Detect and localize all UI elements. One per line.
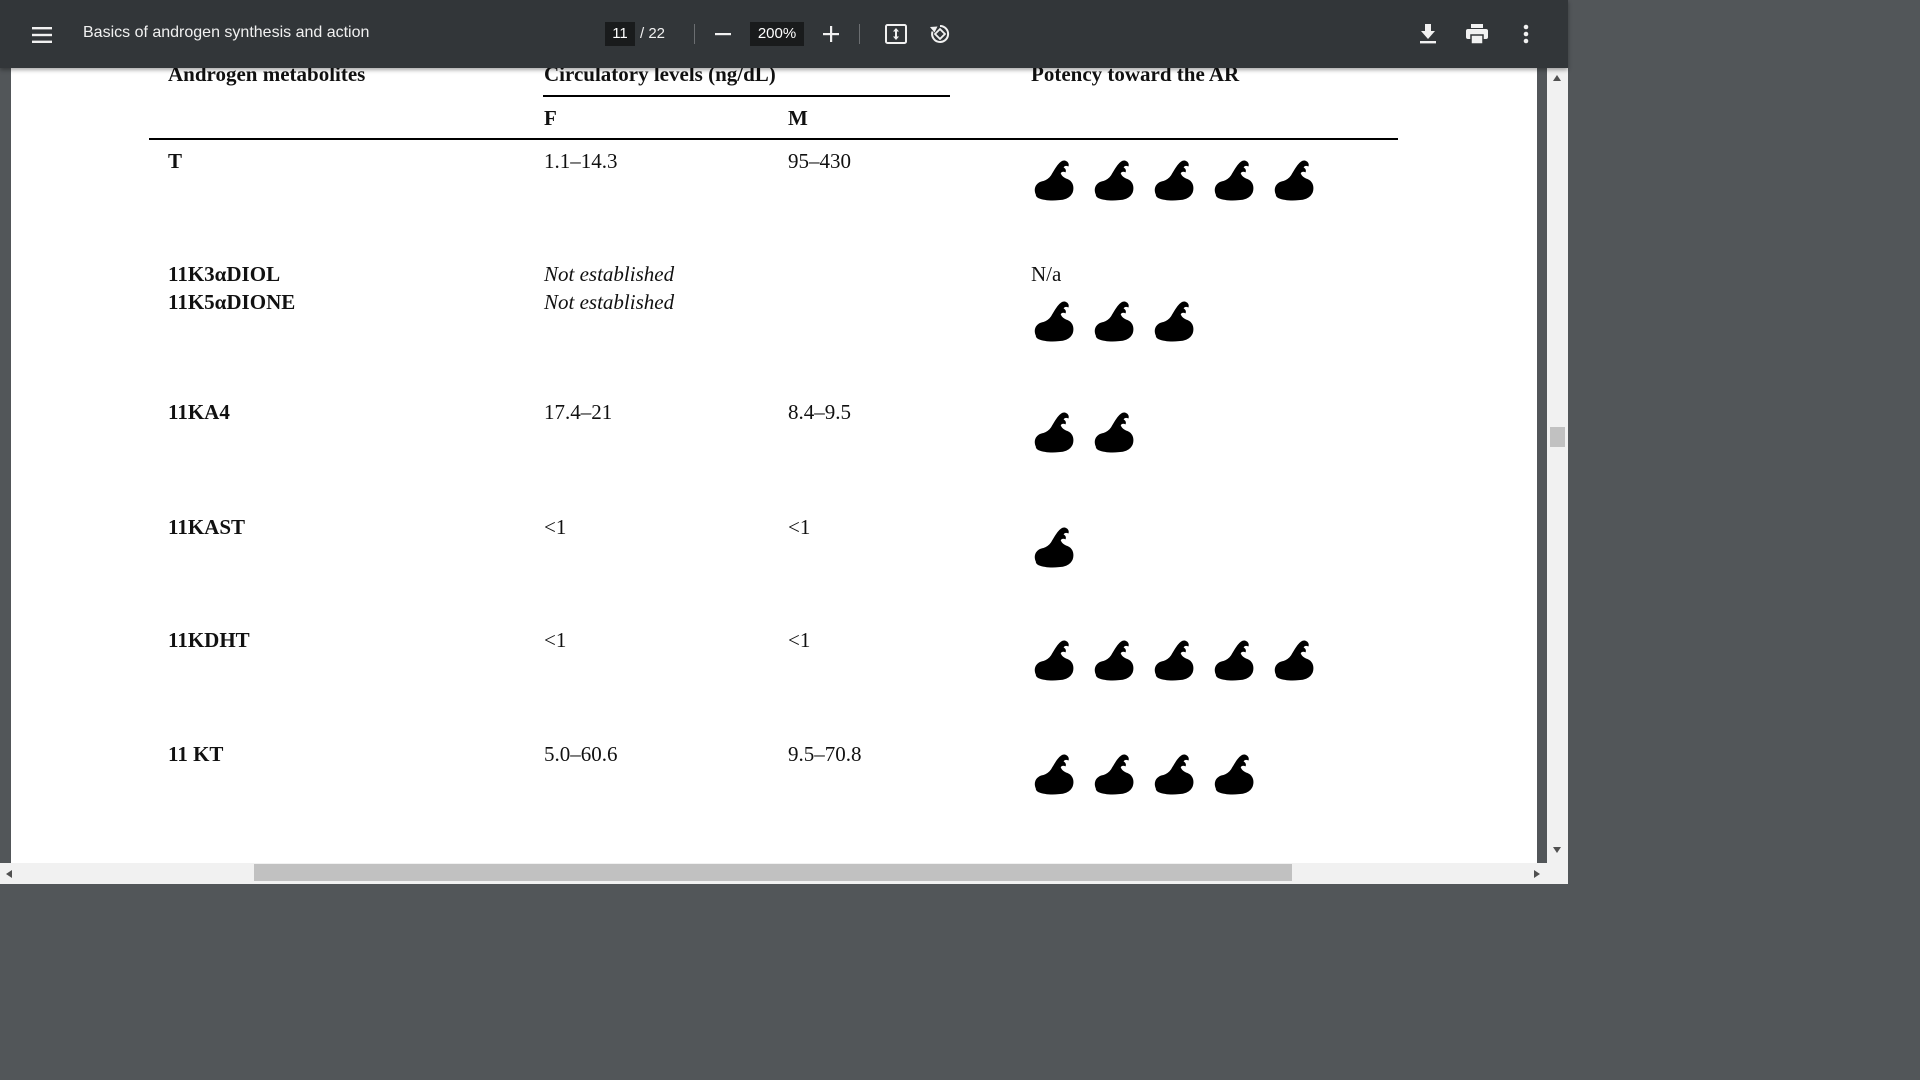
header-potency: Potency toward the AR	[1031, 68, 1240, 86]
rotate-icon	[930, 24, 950, 43]
row-name: 11KA4	[168, 400, 230, 424]
zoom-level-input[interactable]: 200%	[750, 22, 804, 46]
flexed-arm-icon	[1274, 640, 1314, 681]
scroll-up-arrow-icon[interactable]	[1552, 74, 1562, 82]
flexed-arm-icon	[1154, 754, 1194, 795]
rotate-button[interactable]	[924, 18, 956, 50]
scroll-right-arrow-icon[interactable]	[1533, 869, 1541, 879]
flexed-arm-icon	[1274, 160, 1314, 201]
scroll-left-arrow-icon[interactable]	[5, 869, 13, 879]
header-rule	[149, 138, 1398, 140]
menu-button[interactable]	[26, 19, 58, 51]
row-name: 11KDHT	[168, 628, 250, 652]
row-name: 11K3αDIOL	[168, 262, 281, 286]
zoom-out-button[interactable]	[708, 19, 738, 49]
row-name: T	[168, 149, 183, 173]
pdf-page: Androgen metabolites Circulatory levels …	[11, 68, 1537, 863]
fit-page-icon	[885, 24, 907, 44]
flexed-arm-icon	[1214, 754, 1254, 795]
pdf-toolbar: Basics of androgen synthesis and action …	[0, 0, 1568, 68]
flexed-arm-icon	[1034, 160, 1074, 201]
row-female-level-secondary: Not established	[544, 290, 675, 314]
flexed-arm-icon	[1034, 527, 1074, 568]
menu-icon	[32, 27, 52, 43]
row-female-level: <1	[544, 628, 567, 652]
row-female-level: Not established	[544, 262, 675, 286]
row-male-level: 8.4–9.5	[788, 400, 851, 424]
download-button[interactable]	[1412, 18, 1444, 50]
subheader-rule	[543, 95, 950, 97]
header-male: M	[788, 106, 808, 130]
vertical-scroll-thumb[interactable]	[1550, 427, 1565, 447]
header-circulatory-levels: Circulatory levels (ng/dL)	[544, 68, 776, 86]
flexed-arm-icon	[1094, 412, 1134, 453]
flexed-arm-icon	[1154, 301, 1194, 342]
flexed-arm-icon	[1214, 640, 1254, 681]
header-female: F	[544, 106, 557, 130]
page-number-input[interactable]: 11	[605, 22, 635, 46]
fit-page-button[interactable]	[880, 18, 912, 50]
more-icon	[1523, 24, 1529, 44]
row-name: 11KAST	[168, 515, 246, 539]
row-name: 11 KT	[168, 742, 224, 766]
header-androgen-metabolites: Androgen metabolites	[168, 68, 366, 86]
flexed-arm-icon	[1034, 640, 1074, 681]
document-title: Basics of androgen synthesis and action	[83, 24, 370, 41]
row-male-level: 9.5–70.8	[788, 742, 862, 766]
flexed-arm-icon	[1034, 754, 1074, 795]
row-male-level: 95–430	[788, 149, 851, 173]
row-female-level: 1.1–14.3	[544, 149, 618, 173]
vertical-scrollbar[interactable]	[1547, 68, 1568, 863]
row-female-level: 17.4–21	[544, 400, 613, 424]
flexed-arm-icon	[1094, 754, 1134, 795]
more-actions-button[interactable]	[1510, 18, 1542, 50]
flexed-arm-icon	[1214, 160, 1254, 201]
download-icon	[1420, 24, 1436, 44]
zoom-out-icon	[715, 33, 731, 36]
flexed-arm-icon	[1034, 412, 1074, 453]
horizontal-scroll-thumb[interactable]	[254, 864, 1292, 881]
row-male-level: <1	[788, 515, 811, 539]
toolbar-divider	[694, 24, 695, 44]
print-icon	[1466, 24, 1488, 44]
toolbar-divider	[859, 24, 860, 44]
row-male-level: <1	[788, 628, 811, 652]
flexed-arm-icon	[1034, 301, 1074, 342]
flexed-arm-icon	[1154, 640, 1194, 681]
print-button[interactable]	[1461, 18, 1493, 50]
flexed-arm-icon	[1094, 160, 1134, 201]
row-female-level: 5.0–60.6	[544, 742, 618, 766]
zoom-in-icon	[823, 26, 839, 42]
flexed-arm-icon	[1094, 640, 1134, 681]
scroll-down-arrow-icon[interactable]	[1552, 846, 1562, 854]
row-potency-text: N/a	[1031, 262, 1062, 286]
zoom-in-button[interactable]	[816, 19, 846, 49]
flexed-arm-icon	[1094, 301, 1134, 342]
page-total: / 22	[640, 25, 666, 42]
flexed-arm-icon	[1154, 160, 1194, 201]
row-female-level: <1	[544, 515, 567, 539]
row-name-secondary: 11K5αDIONE	[168, 290, 296, 314]
